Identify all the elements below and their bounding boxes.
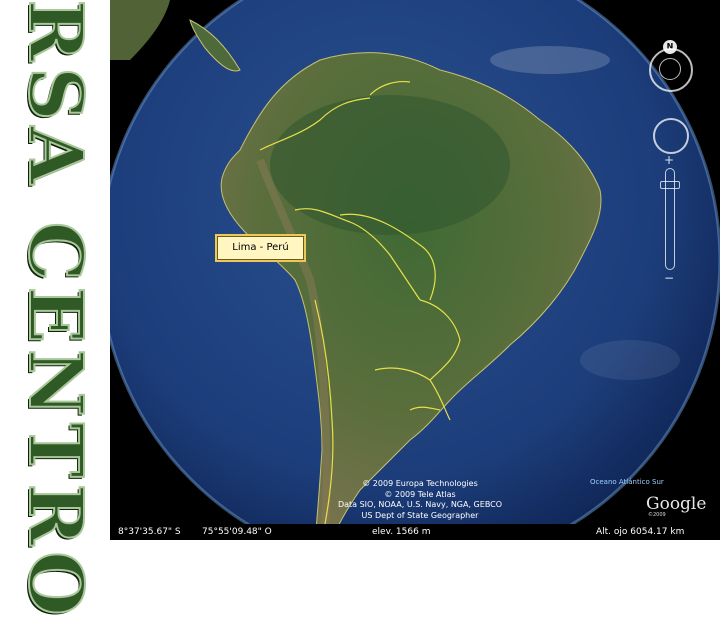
status-bar: 8°37'35.67" S 75°55'09.48" O elev. 1566 …: [110, 524, 720, 540]
eye-altitude-readout: Alt. ojo 6054.17 km: [596, 527, 685, 537]
logo-year: ©2009: [648, 512, 666, 518]
credit-line: US Dept of State Geographer: [361, 510, 479, 520]
map-credits: © 2009 Europa Technologies © 2009 Tele A…: [310, 479, 530, 521]
longitude-readout: 75°55'09.48" O: [202, 527, 272, 537]
ocean-label: Oceano Atlántico Sur: [590, 478, 664, 486]
move-joystick[interactable]: [653, 118, 689, 154]
credit-line: © 2009 Europa Technologies: [362, 479, 478, 488]
placemark-label[interactable]: Lima - Perú: [217, 236, 304, 260]
north-america-landmass: [110, 0, 170, 60]
cloud-cover: [490, 46, 610, 74]
zoom-out-button[interactable]: −: [662, 272, 676, 284]
side-title-panel: IIRSA CENTRO: [0, 0, 110, 622]
navigation-controls[interactable]: N + −: [645, 36, 695, 286]
latitude-readout: 8°37'35.67" S: [118, 527, 181, 537]
amazon-rainforest: [270, 95, 510, 235]
side-title: IIRSA CENTRO: [11, 0, 99, 622]
zoom-in-button[interactable]: +: [662, 154, 676, 166]
globe-viewer[interactable]: Lima - Perú N + − © 2009 Europa Technolo…: [110, 0, 720, 540]
zoom-slider-handle[interactable]: [660, 181, 680, 189]
credit-line: Data SIO, NOAA, U.S. Navy, NGA, GEBCO: [337, 500, 503, 509]
elevation-readout: elev. 1566 m: [372, 527, 431, 537]
globe-render[interactable]: [110, 0, 720, 540]
credit-line: © 2009 Tele Atlas: [384, 489, 456, 499]
google-logo: Google: [646, 494, 707, 514]
cloud-cover: [580, 340, 680, 380]
look-joystick[interactable]: [659, 58, 681, 80]
